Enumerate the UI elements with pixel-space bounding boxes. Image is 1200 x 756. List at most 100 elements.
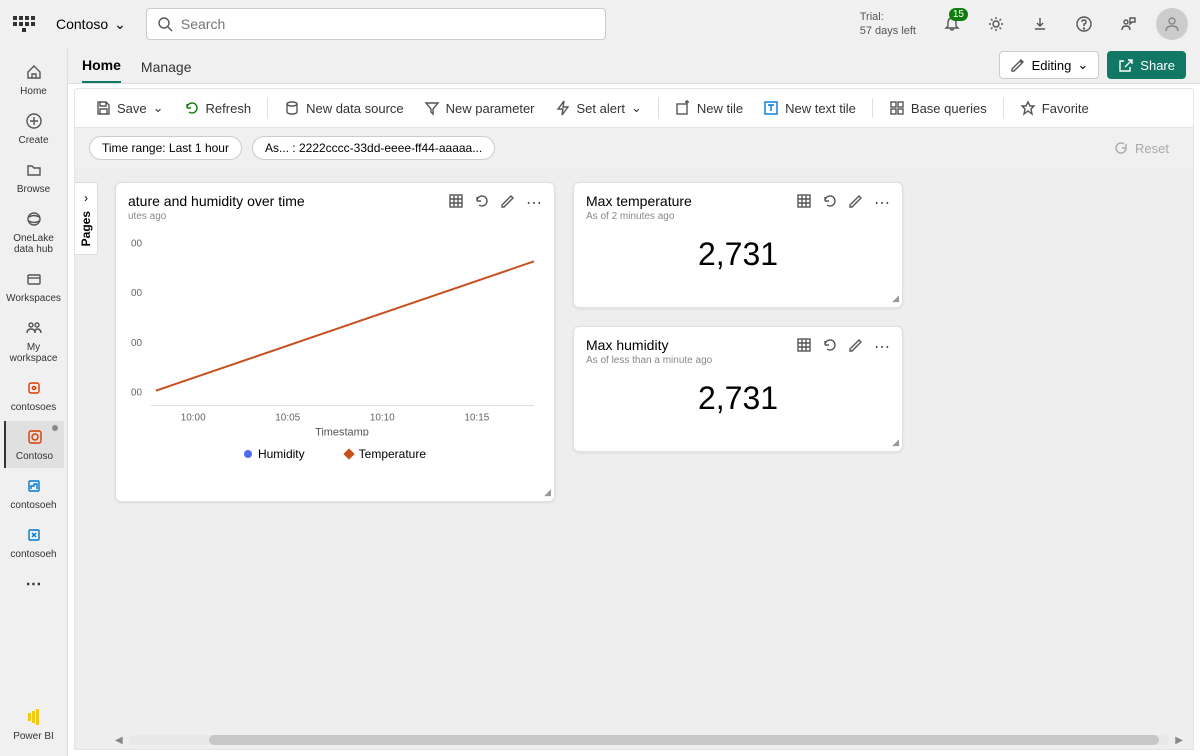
tile-refresh-button[interactable]	[822, 193, 838, 214]
refresh-button[interactable]: Refresh	[176, 96, 260, 120]
tile-more-button[interactable]: ⋯	[874, 193, 890, 214]
tile-edit-button[interactable]	[500, 193, 516, 214]
favorite-button[interactable]: Favorite	[1012, 96, 1097, 120]
svg-text:00: 00	[131, 338, 143, 349]
reset-button[interactable]: Reset	[1113, 140, 1179, 156]
table-icon	[796, 193, 812, 209]
star-icon	[1020, 100, 1036, 116]
nav-my-workspace[interactable]: My workspace	[4, 312, 64, 370]
refresh-icon	[822, 193, 838, 209]
tile-refresh-button[interactable]	[822, 337, 838, 358]
left-nav-rail: Home Create Browse OneLake data hub Work…	[0, 48, 68, 756]
home-icon	[26, 64, 42, 80]
scroll-left-icon[interactable]: ◀	[115, 735, 123, 746]
share-button[interactable]: Share	[1107, 51, 1186, 79]
tile-refresh-button[interactable]	[474, 193, 490, 214]
scroll-right-icon[interactable]: ▶	[1175, 735, 1183, 746]
unsaved-dot-icon	[52, 425, 58, 431]
tile-subtitle: As of less than a minute ago	[586, 355, 712, 366]
chart-tile[interactable]: ature and humidity over time utes ago ⋯ …	[115, 182, 555, 502]
nav-contoso[interactable]: Contoso	[4, 421, 64, 468]
notification-badge: 15	[949, 8, 968, 21]
help-button[interactable]	[1068, 8, 1100, 40]
tile-more-button[interactable]: ⋯	[874, 337, 890, 358]
ellipsis-icon: ⋯	[874, 339, 890, 356]
max-humidity-tile[interactable]: Max humidity As of less than a minute ag…	[573, 326, 903, 452]
onelake-icon	[26, 211, 42, 227]
question-icon	[1076, 16, 1092, 32]
resize-handle-icon[interactable]: ◢	[892, 437, 899, 448]
queries-icon	[889, 100, 905, 116]
new-parameter-button[interactable]: New parameter	[416, 96, 543, 120]
toolbar: Save ⌄ Refresh New data source New param…	[74, 88, 1194, 128]
explore-data-button[interactable]	[448, 193, 464, 214]
editing-mode-button[interactable]: Editing ⌄	[999, 51, 1100, 79]
nav-workspaces[interactable]: Workspaces	[4, 263, 64, 310]
workspaces-icon	[26, 271, 42, 287]
explore-data-button[interactable]	[796, 337, 812, 358]
nav-powerbi[interactable]: Power BI	[4, 701, 64, 748]
new-tile-button[interactable]: New tile	[667, 96, 751, 120]
nav-more[interactable]: ⋯	[4, 568, 64, 600]
tab-home[interactable]: Home	[82, 49, 121, 83]
base-queries-button[interactable]: Base queries	[881, 96, 995, 120]
feedback-button[interactable]	[1112, 8, 1144, 40]
app-launcher-icon[interactable]	[12, 12, 36, 36]
tile-more-button[interactable]: ⋯	[526, 193, 542, 214]
pages-panel-toggle[interactable]: › Pages	[75, 182, 98, 255]
tile-edit-button[interactable]	[848, 193, 864, 214]
user-avatar[interactable]	[1156, 8, 1188, 40]
max-temperature-value: 2,731	[574, 226, 902, 303]
svg-text:10:10: 10:10	[370, 413, 395, 424]
table-icon	[796, 337, 812, 353]
new-text-tile-button[interactable]: New text tile	[755, 96, 864, 120]
refresh-icon	[184, 100, 200, 116]
powerbi-icon	[24, 707, 44, 727]
workspace-name: Contoso	[56, 16, 108, 32]
notifications-button[interactable]: 15	[936, 8, 968, 40]
eventstream-icon	[26, 380, 42, 396]
download-button[interactable]	[1024, 8, 1056, 40]
nav-browse[interactable]: Browse	[4, 154, 64, 201]
save-button[interactable]: Save ⌄	[87, 96, 172, 120]
tile-edit-button[interactable]	[848, 337, 864, 358]
max-humidity-value: 2,731	[574, 370, 902, 447]
nav-contosoes[interactable]: contosoes	[4, 372, 64, 419]
tab-manage[interactable]: Manage	[141, 51, 192, 83]
workspace-selector[interactable]: Contoso ⌄	[48, 12, 134, 37]
set-alert-button[interactable]: Set alert ⌄	[547, 96, 650, 120]
chevron-down-icon: ⌄	[631, 100, 642, 116]
pencil-icon	[500, 193, 516, 209]
new-data-source-button[interactable]: New data source	[276, 96, 412, 120]
nav-home[interactable]: Home	[4, 56, 64, 103]
asset-filter-pill[interactable]: As... : 2222cccc-33dd-eeee-ff44-aaaaa...	[252, 136, 495, 160]
ellipsis-icon: ⋯	[24, 574, 44, 594]
nav-contosoeh-2[interactable]: contosoeh	[4, 519, 64, 566]
scrollbar-track[interactable]	[129, 735, 1170, 745]
horizontal-scrollbar[interactable]: ◀ ▶	[115, 733, 1183, 747]
nav-onelake[interactable]: OneLake data hub	[4, 203, 64, 261]
nav-create[interactable]: Create	[4, 105, 64, 152]
eventhouse-icon	[26, 478, 42, 494]
filter-icon	[424, 100, 440, 116]
trial-status: Trial: 57 days left	[860, 10, 916, 39]
explore-data-button[interactable]	[796, 193, 812, 214]
resize-handle-icon[interactable]: ◢	[544, 487, 551, 498]
people-icon	[26, 320, 42, 336]
svg-text:00: 00	[131, 388, 143, 399]
search-box[interactable]	[146, 8, 606, 40]
scrollbar-thumb[interactable]	[209, 735, 1160, 745]
text-tile-icon	[763, 100, 779, 116]
tile-title: Max temperature	[586, 193, 692, 209]
line-chart: 00 00 00 00 10:00 10:05 10:10 10:15 Tim	[126, 226, 544, 436]
tile-subtitle: As of 2 minutes ago	[586, 211, 692, 222]
settings-button[interactable]	[980, 8, 1012, 40]
time-range-pill[interactable]: Time range: Last 1 hour	[89, 136, 242, 160]
pages-label: Pages	[79, 211, 93, 246]
search-input[interactable]	[181, 16, 595, 32]
max-temperature-tile[interactable]: Max temperature As of 2 minutes ago ⋯ 2,…	[573, 182, 903, 308]
main-area: Home Manage Editing ⌄ Share Save ⌄ Refre…	[68, 48, 1200, 756]
resize-handle-icon[interactable]: ◢	[892, 293, 899, 304]
nav-contosoeh-1[interactable]: contosoeh	[4, 470, 64, 517]
share-icon	[1118, 57, 1134, 73]
